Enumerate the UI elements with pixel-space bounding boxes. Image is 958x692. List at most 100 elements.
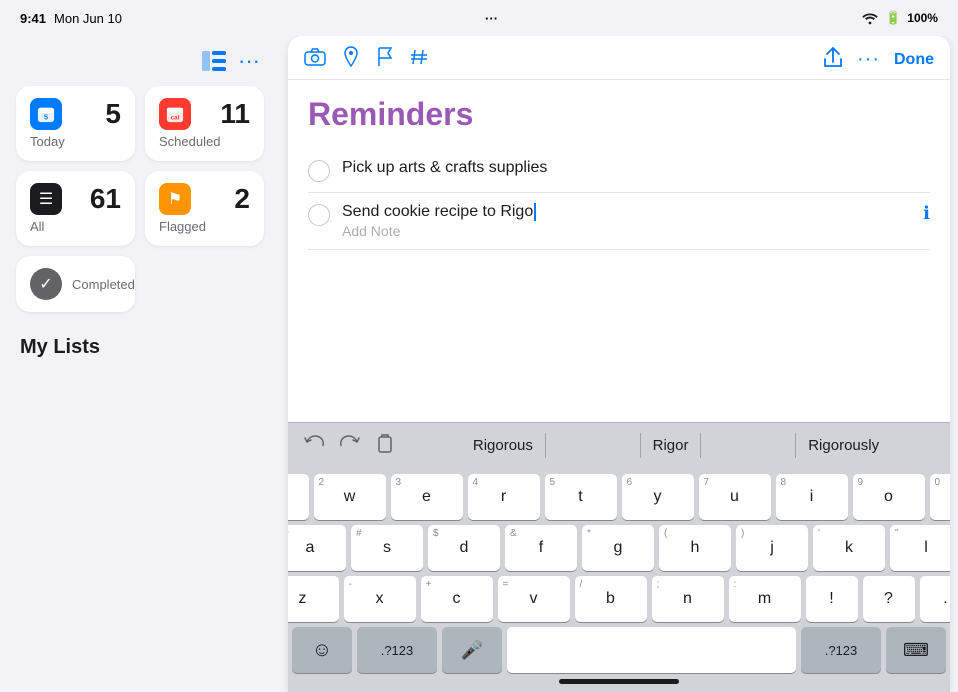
undo-button[interactable] xyxy=(300,432,328,459)
key-t[interactable]: 5t xyxy=(545,474,617,520)
app-container: ··· 5 5 Today cal xyxy=(0,36,958,692)
reminder-checkbox-1[interactable] xyxy=(308,160,330,182)
completed-card[interactable]: ✓ Completed xyxy=(16,256,135,312)
status-date: Mon Jun 10 xyxy=(54,11,122,26)
svg-text:cal: cal xyxy=(171,114,180,121)
wifi-icon xyxy=(861,11,879,25)
reminder-item-2: Send cookie recipe to Rigo Add Note ℹ xyxy=(308,193,930,250)
all-card[interactable]: ☰ 61 All xyxy=(16,171,135,246)
key-e[interactable]: 3e xyxy=(391,474,463,520)
reminder-text-block-1: Pick up arts & crafts supplies xyxy=(342,159,930,177)
key-g[interactable]: *g xyxy=(582,525,654,571)
key-v[interactable]: =v xyxy=(498,576,570,622)
flag-icon[interactable] xyxy=(376,47,394,72)
num-sym-key-left[interactable]: .?123 xyxy=(357,627,437,673)
dot-menu: ··· xyxy=(485,11,498,26)
key-question[interactable]: ? xyxy=(863,576,915,622)
cursor xyxy=(534,203,536,221)
key-f[interactable]: &f xyxy=(505,525,577,571)
key-x[interactable]: -x xyxy=(344,576,416,622)
hashtag-icon[interactable] xyxy=(410,48,428,71)
content-area: Reminders Pick up arts & crafts supplies… xyxy=(288,80,950,422)
key-w[interactable]: 2w xyxy=(314,474,386,520)
redo-button[interactable] xyxy=(336,432,364,459)
add-note-field[interactable]: Add Note xyxy=(342,223,911,239)
emoji-key[interactable]: ☺ xyxy=(292,627,352,673)
more-actions-icon[interactable]: ··· xyxy=(857,48,880,71)
key-h[interactable]: (h xyxy=(659,525,731,571)
reminder-text-1: Pick up arts & crafts supplies xyxy=(342,159,930,177)
scheduled-icon: cal xyxy=(159,98,191,130)
space-key[interactable] xyxy=(507,627,796,673)
sidebar-icons: ··· xyxy=(202,48,260,74)
today-label: Today xyxy=(30,134,121,149)
microphone-key[interactable]: 🎤 xyxy=(442,627,502,673)
reminder-checkbox-2[interactable] xyxy=(308,204,330,226)
key-z[interactable]: %z xyxy=(288,576,339,622)
key-u[interactable]: 7u xyxy=(699,474,771,520)
key-c[interactable]: +c xyxy=(421,576,493,622)
autocomplete-actions xyxy=(300,431,398,460)
sidebar-header: ··· xyxy=(16,48,264,74)
camera-icon[interactable] xyxy=(304,48,326,71)
keyboard-row-2: caps lock @a #s $d &f *g (h )j 'k "l ret… xyxy=(292,525,946,571)
scheduled-card[interactable]: cal 11 Scheduled xyxy=(145,86,264,161)
suggestion-2[interactable]: Rigorously xyxy=(795,433,891,458)
key-s[interactable]: #s xyxy=(351,525,423,571)
share-icon[interactable] xyxy=(823,46,843,73)
key-period[interactable]: . xyxy=(920,576,951,622)
status-bar: 9:41 Mon Jun 10 ··· 🔋 100% xyxy=(0,0,958,36)
reminder-text-2[interactable]: Send cookie recipe to Rigo xyxy=(342,203,911,221)
toolbar-left xyxy=(304,46,428,73)
key-i[interactable]: 8i xyxy=(776,474,848,520)
autocomplete-suggestions: Rigorous Rigor Rigorously xyxy=(414,433,938,458)
keyboard-row-4: ☺ .?123 🎤 .?123 ⌨ xyxy=(292,627,946,673)
keyboard: tab 1q 2w 3e 4r 5t 6y 7u 8i 9o 0p delete… xyxy=(288,468,950,692)
key-j[interactable]: )j xyxy=(736,525,808,571)
paste-button[interactable] xyxy=(372,431,398,460)
key-d[interactable]: $d xyxy=(428,525,500,571)
toolbar: ··· Done xyxy=(288,36,950,80)
key-r[interactable]: 4r xyxy=(468,474,540,520)
key-exclaim[interactable]: ! xyxy=(806,576,858,622)
suggestion-0[interactable]: Rigorous xyxy=(461,433,546,458)
today-count: 5 xyxy=(105,100,121,128)
all-label: All xyxy=(30,219,121,234)
key-k[interactable]: 'k xyxy=(813,525,885,571)
reminder-item-1: Pick up arts & crafts supplies xyxy=(308,149,930,193)
status-time: 9:41 xyxy=(20,11,46,26)
today-card[interactable]: 5 5 Today xyxy=(16,86,135,161)
sidebar: ··· 5 5 Today cal xyxy=(0,36,280,692)
completed-label: Completed xyxy=(72,277,135,292)
today-icon: 5 xyxy=(30,98,62,130)
scheduled-label: Scheduled xyxy=(159,134,250,149)
key-q[interactable]: 1q xyxy=(288,474,309,520)
info-button-2[interactable]: ℹ xyxy=(923,203,930,224)
completed-icon: ✓ xyxy=(30,268,62,300)
all-count: 61 xyxy=(90,185,121,213)
svg-text:5: 5 xyxy=(44,112,48,121)
battery-icon: 🔋 xyxy=(885,10,901,26)
flagged-card[interactable]: ⚑ 2 Flagged xyxy=(145,171,264,246)
num-sym-key-right[interactable]: .?123 xyxy=(801,627,881,673)
key-n[interactable]: ;n xyxy=(652,576,724,622)
done-button[interactable]: Done xyxy=(894,51,934,69)
my-lists-label: My Lists xyxy=(16,332,264,363)
key-l[interactable]: "l xyxy=(890,525,950,571)
location-icon[interactable] xyxy=(342,46,360,73)
key-a[interactable]: @a xyxy=(288,525,346,571)
key-p[interactable]: 0p xyxy=(930,474,951,520)
all-icon: ☰ xyxy=(30,183,62,215)
suggestion-1[interactable]: Rigor xyxy=(640,433,702,458)
key-m[interactable]: :m xyxy=(729,576,801,622)
sidebar-more-icon[interactable]: ··· xyxy=(238,48,260,74)
key-o[interactable]: 9o xyxy=(853,474,925,520)
hide-keyboard-key[interactable]: ⌨ xyxy=(886,627,946,673)
key-b[interactable]: /b xyxy=(575,576,647,622)
key-y[interactable]: 6y xyxy=(622,474,694,520)
sidebar-toggle-icon[interactable] xyxy=(202,51,226,71)
keyboard-row-1: tab 1q 2w 3e 4r 5t 6y 7u 8i 9o 0p delete xyxy=(292,474,946,520)
smart-lists-grid: 5 5 Today cal 11 Scheduled xyxy=(16,86,264,246)
flagged-label: Flagged xyxy=(159,219,250,234)
flagged-icon: ⚑ xyxy=(159,183,191,215)
